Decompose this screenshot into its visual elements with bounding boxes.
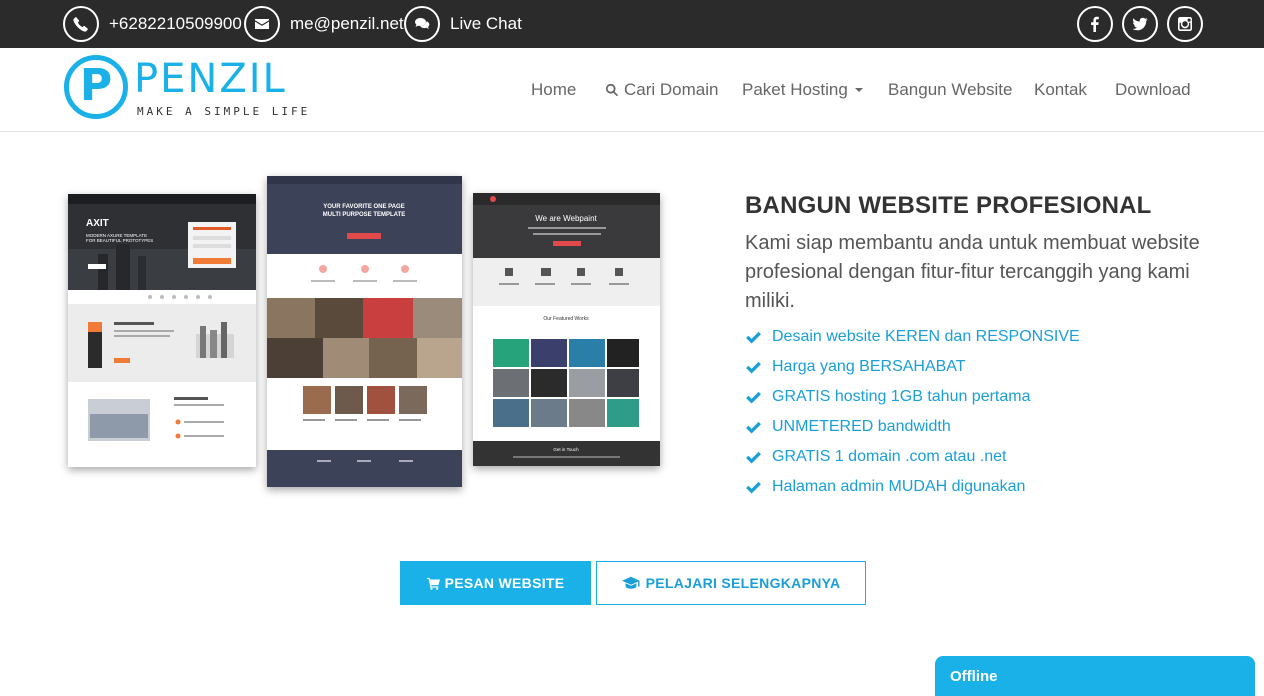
nav-cari-domain-label: Cari Domain xyxy=(624,80,719,99)
main-navbar: P PENZIL MAKE A SIMPLE LIFE Home Cari Do… xyxy=(0,48,1264,132)
penzil-logo[interactable]: P PENZIL MAKE A SIMPLE LIFE xyxy=(64,55,307,119)
nav-download[interactable]: Download xyxy=(1115,80,1191,100)
template-preview-onepage: YOUR FAVORITE ONE PAGE MULTI PURPOSE TEM… xyxy=(267,176,462,487)
hero-lead: Kami siap membantu anda untuk membuat we… xyxy=(745,232,1200,312)
checkmark-icon xyxy=(746,391,761,404)
svg-text:FOR BEAUTIFUL PROTOTYPES: FOR BEAUTIFUL PROTOTYPES xyxy=(86,238,153,243)
nav-kontak[interactable]: Kontak xyxy=(1034,80,1087,100)
order-website-button[interactable]: PESAN WEBSITE xyxy=(400,561,591,605)
chat-bubbles-icon xyxy=(404,5,440,42)
feature-text: Halaman admin MUDAH digunakan xyxy=(772,478,1026,495)
facebook-link[interactable] xyxy=(1077,5,1113,42)
svg-text:MULTI PURPOSE TEMPLATE: MULTI PURPOSE TEMPLATE xyxy=(323,212,405,218)
phone-icon xyxy=(63,5,99,42)
feature-text: GRATIS 1 domain .com atau .net xyxy=(772,448,1007,465)
template-preview-axit: AXIT MODERN AXURE TEMPLATE FOR BEAUTIFUL… xyxy=(68,194,256,467)
envelope-icon xyxy=(244,5,280,42)
nav-paket-hosting[interactable]: Paket Hosting xyxy=(742,80,863,100)
feature-text: Desain website KEREN dan RESPONSIVE xyxy=(772,328,1080,345)
graduation-cap-icon xyxy=(621,576,640,589)
webpaint-footer: Get in Touch xyxy=(553,447,579,452)
axit-template-screenshot: AXIT MODERN AXURE TEMPLATE FOR BEAUTIFUL… xyxy=(68,194,256,467)
phone-contact[interactable]: +6282210509900 xyxy=(63,5,242,42)
webpaint-headline: We are Webpaint xyxy=(535,214,597,223)
email-address: me@penzil.net xyxy=(290,13,404,33)
feature-item: GRATIS 1 domain .com atau .net xyxy=(745,442,1080,472)
checkmark-icon xyxy=(746,361,761,374)
facebook-icon xyxy=(1077,5,1113,42)
axit-brand: AXIT xyxy=(86,218,109,229)
feature-item: Desain website KEREN dan RESPONSIVE xyxy=(745,322,1080,352)
nav-kontak-label: Kontak xyxy=(1034,80,1087,99)
feature-item: GRATIS hosting 1GB tahun pertama xyxy=(745,382,1080,412)
learn-more-button[interactable]: PELAJARI SELENGKAPNYA xyxy=(596,561,866,605)
webpaint-template-screenshot: We are Webpaint Our Featured Works Get i… xyxy=(473,193,660,466)
feature-item: Halaman admin MUDAH digunakan xyxy=(745,472,1080,502)
feature-text: GRATIS hosting 1GB tahun pertama xyxy=(772,388,1031,405)
twitter-icon xyxy=(1122,5,1158,42)
nav-bangun-website-label: Bangun Website xyxy=(888,80,1013,99)
checkmark-icon xyxy=(746,421,761,434)
nav-paket-hosting-label: Paket Hosting xyxy=(742,80,848,99)
feature-text: UNMETERED bandwidth xyxy=(772,418,951,435)
nav-home[interactable]: Home xyxy=(531,80,576,100)
shopping-cart-icon xyxy=(426,577,440,590)
webpaint-works-title: Our Featured Works xyxy=(543,316,589,322)
learn-more-label: PELAJARI SELENGKAPNYA xyxy=(645,575,841,591)
logo-tagline: MAKE A SIMPLE LIFE xyxy=(137,105,311,118)
feature-item: UNMETERED bandwidth xyxy=(745,412,1080,442)
feature-item: Harga yang BERSAHABAT xyxy=(745,352,1080,382)
feature-list: Desain website KEREN dan RESPONSIVE Harg… xyxy=(745,322,1080,502)
svg-text:YOUR FAVORITE ONE PAGE: YOUR FAVORITE ONE PAGE xyxy=(323,204,404,210)
caret-down-icon xyxy=(854,88,863,92)
checkmark-icon xyxy=(746,481,761,494)
search-icon xyxy=(605,83,619,97)
nav-cari-domain[interactable]: Cari Domain xyxy=(605,80,718,100)
top-contact-bar: +6282210509900 me@penzil.net Live Chat xyxy=(0,0,1264,48)
email-contact[interactable]: me@penzil.net xyxy=(244,5,404,42)
nav-download-label: Download xyxy=(1115,80,1191,99)
twitter-link[interactable] xyxy=(1122,5,1158,42)
template-preview-webpaint: We are Webpaint Our Featured Works Get i… xyxy=(473,193,660,466)
order-website-label: PESAN WEBSITE xyxy=(444,575,565,591)
chat-widget-tab[interactable]: Offline xyxy=(935,656,1255,696)
onepage-template-screenshot: YOUR FAVORITE ONE PAGE MULTI PURPOSE TEM… xyxy=(267,176,462,487)
nav-bangun-website[interactable]: Bangun Website xyxy=(888,80,1012,100)
live-chat-link[interactable]: Live Chat xyxy=(404,5,522,42)
instagram-icon xyxy=(1167,5,1203,42)
phone-number: +6282210509900 xyxy=(109,13,242,33)
logo-letter: P xyxy=(79,60,113,111)
nav-home-label: Home xyxy=(531,80,577,99)
hero-title: BANGUN WEBSITE PROFESIONAL xyxy=(745,192,1152,219)
checkmark-icon xyxy=(746,331,761,344)
live-chat-label: Live Chat xyxy=(450,13,522,33)
instagram-link[interactable] xyxy=(1167,5,1203,42)
chat-status: Offline xyxy=(950,668,998,685)
logo-wordmark: PENZIL xyxy=(134,56,287,102)
logo-emblem: P xyxy=(64,55,128,119)
checkmark-icon xyxy=(746,451,761,464)
feature-text: Harga yang BERSAHABAT xyxy=(772,358,966,375)
